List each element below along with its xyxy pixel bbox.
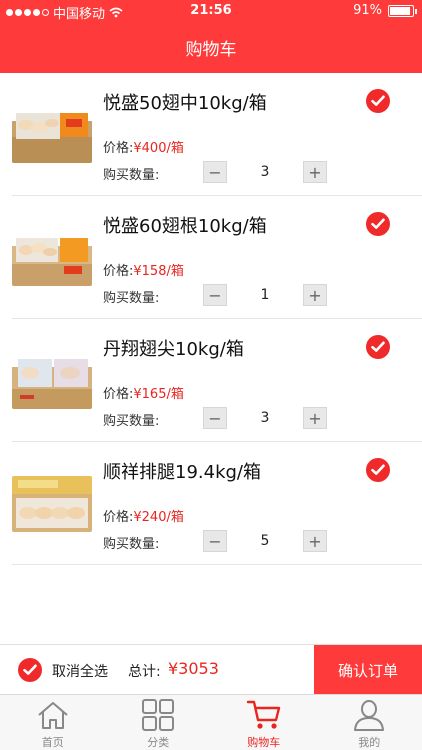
cart-item[interactable]: 丹翔翅尖10kg/箱 价格:¥165/箱 购买数量: − 3 +	[12, 319, 422, 442]
quantity-stepper: − 3 +	[203, 161, 327, 183]
quantity-value: 1	[260, 287, 270, 303]
tab-cart[interactable]: 购物车	[211, 695, 317, 750]
decrease-button[interactable]: −	[203, 161, 227, 183]
cart-icon	[246, 699, 282, 731]
tab-home[interactable]: 首页	[0, 695, 106, 750]
product-image[interactable]	[12, 476, 92, 532]
increase-button[interactable]: +	[303, 530, 327, 552]
price: 价格:¥158/箱	[103, 260, 184, 279]
battery-percent: 91%	[353, 3, 382, 18]
item-check-icon[interactable]	[366, 335, 390, 359]
tab-label: 分类	[147, 736, 170, 749]
product-image[interactable]	[12, 230, 92, 286]
total-label: 总计:	[128, 664, 161, 680]
price-label: 价格:	[103, 387, 134, 402]
status-bar: 中国移动 21:56 91%	[0, 0, 422, 22]
quantity-label: 购买数量:	[103, 291, 160, 306]
product-name: 悦盛60翅根10kg/箱	[103, 216, 267, 237]
price-label: 价格:	[103, 264, 134, 279]
decrease-button[interactable]: −	[203, 407, 227, 429]
increase-button[interactable]: +	[303, 161, 327, 183]
quantity-label: 购买数量:	[103, 168, 160, 183]
tab-label: 购物车	[247, 736, 281, 749]
quantity-label: 购买数量:	[103, 537, 160, 552]
price: 价格:¥240/箱	[103, 506, 184, 525]
price: 价格:¥400/箱	[103, 137, 184, 156]
price-value: ¥240/箱	[133, 510, 184, 525]
tab-bar: 首页 分类 购物车 我的	[0, 694, 422, 750]
tab-category[interactable]: 分类	[106, 695, 212, 750]
cart-item[interactable]: 悦盛50翅中10kg/箱 价格:¥400/箱 购买数量: − 3 +	[12, 73, 422, 196]
price: 价格:¥165/箱	[103, 383, 184, 402]
deselect-all-button[interactable]: 取消全选	[52, 661, 108, 681]
increase-button[interactable]: +	[303, 407, 327, 429]
quantity-stepper: − 5 +	[203, 530, 327, 552]
product-image[interactable]	[12, 353, 92, 409]
product-name: 丹翔翅尖10kg/箱	[103, 339, 244, 360]
quantity-label: 购买数量:	[103, 414, 160, 429]
cart-list: 悦盛50翅中10kg/箱 价格:¥400/箱 购买数量: − 3 + 悦盛60翅…	[0, 73, 422, 565]
increase-button[interactable]: +	[303, 284, 327, 306]
item-check-icon[interactable]	[366, 458, 390, 482]
status-right: 91%	[353, 3, 417, 18]
quantity-value: 3	[260, 164, 270, 180]
quantity-value: 3	[260, 410, 270, 426]
total-value: ¥3053	[168, 659, 219, 678]
product-name: 悦盛50翅中10kg/箱	[103, 93, 267, 114]
nav-bar: 购物车	[0, 22, 422, 73]
decrease-button[interactable]: −	[203, 530, 227, 552]
product-name: 顺祥排腿19.4kg/箱	[103, 462, 261, 483]
cart-item[interactable]: 悦盛60翅根10kg/箱 价格:¥158/箱 购买数量: − 1 +	[12, 196, 422, 319]
quantity-stepper: − 1 +	[203, 284, 327, 306]
price-label: 价格:	[103, 141, 134, 156]
quantity-stepper: − 3 +	[203, 407, 327, 429]
cart-item[interactable]: 顺祥排腿19.4kg/箱 价格:¥240/箱 购买数量: − 5 +	[12, 442, 422, 565]
tab-mine[interactable]: 我的	[317, 695, 422, 750]
price-value: ¥165/箱	[133, 387, 184, 402]
select-all-check-icon[interactable]	[18, 658, 42, 682]
quantity-value: 5	[260, 533, 270, 549]
home-icon	[35, 699, 71, 731]
battery-icon	[388, 4, 417, 17]
confirm-order-button[interactable]: 确认订单	[314, 645, 422, 695]
grid-icon	[140, 699, 176, 731]
item-check-icon[interactable]	[366, 89, 390, 113]
price-label: 价格:	[103, 510, 134, 525]
decrease-button[interactable]: −	[203, 284, 227, 306]
price-value: ¥400/箱	[133, 141, 184, 156]
price-value: ¥158/箱	[133, 264, 184, 279]
product-image[interactable]	[12, 107, 92, 163]
item-check-icon[interactable]	[366, 212, 390, 236]
person-icon	[351, 699, 387, 731]
page-title: 购物车	[185, 40, 237, 60]
tab-label: 我的	[358, 736, 381, 749]
checkout-bar: 取消全选 总计: ¥3053 确认订单	[0, 644, 422, 695]
tab-label: 首页	[41, 736, 64, 749]
